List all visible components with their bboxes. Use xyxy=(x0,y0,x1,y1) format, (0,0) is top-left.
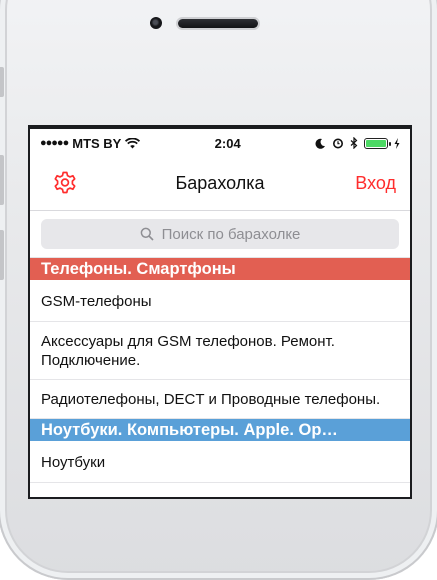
alarm-icon xyxy=(332,138,343,149)
search-placeholder: Поиск по барахолке xyxy=(161,225,301,243)
mute-switch xyxy=(0,67,4,97)
list-item[interactable]: Радиотелефоны, DECT и Проводные телефоны… xyxy=(30,380,410,419)
navigation-bar: Барахолка Вход xyxy=(30,157,410,211)
charging-icon xyxy=(394,137,400,149)
bluetooth-icon xyxy=(350,137,358,149)
section-header-computers: Ноутбуки. Компьютеры. Apple. Ор… xyxy=(30,419,410,441)
proximity-sensor xyxy=(150,17,162,29)
list-item-label: GSM-телефоны xyxy=(41,292,152,310)
signal-dots: ●●●●● xyxy=(40,137,69,149)
login-button[interactable]: Вход xyxy=(355,173,396,194)
search-container: Поиск по барахолке xyxy=(30,211,410,258)
battery-icon xyxy=(363,137,391,149)
settings-button[interactable] xyxy=(52,170,78,196)
list-item[interactable]: Ноутбуки xyxy=(30,441,410,483)
volume-down-button xyxy=(0,230,4,280)
page-title: Барахолка xyxy=(175,173,265,193)
gear-icon xyxy=(54,171,76,194)
section-header-phones: Телефоны. Смартфоны xyxy=(30,258,410,280)
search-icon xyxy=(140,227,154,241)
list-item[interactable]: Аксессуары для GSM телефонов. Ремонт. По… xyxy=(30,322,410,380)
carrier-label: MTS BY xyxy=(72,135,122,151)
status-bar: ●●●●● MTS BY 2:04 xyxy=(30,129,410,157)
clock: 2:04 xyxy=(214,135,241,151)
wifi-icon xyxy=(125,137,141,148)
phone-screen: ●●●●● MTS BY 2:04 Барахолка Вход Поиск п… xyxy=(30,127,410,497)
list-item-label: Аксессуары для GSM телефонов. Ремонт. По… xyxy=(41,333,335,369)
moon-icon xyxy=(315,138,325,149)
list-item[interactable]: GSM-телефоны xyxy=(30,280,410,322)
volume-up-button xyxy=(0,155,4,205)
earpiece-speaker xyxy=(178,19,258,28)
list-item-label: Радиотелефоны, DECT и Проводные телефоны… xyxy=(41,391,381,408)
search-input[interactable]: Поиск по барахолке xyxy=(41,219,399,249)
list-item-label: Ноутбуки xyxy=(41,453,106,471)
